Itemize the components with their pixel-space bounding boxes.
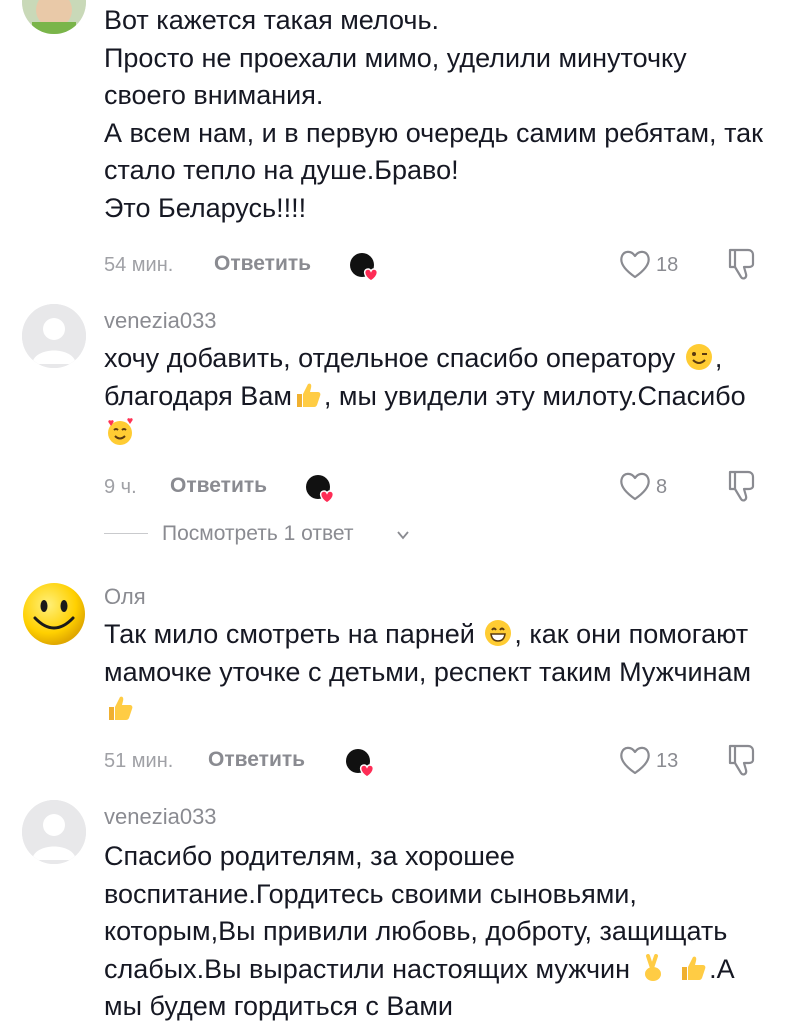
like-count: 8 bbox=[656, 476, 668, 498]
victory-hand-emoji-icon bbox=[644, 953, 661, 981]
smiley-avatar-icon bbox=[23, 583, 85, 645]
avatar[interactable] bbox=[22, 800, 86, 864]
comment-text-part bbox=[670, 954, 678, 984]
reply-button[interactable]: Ответить bbox=[170, 474, 267, 498]
reply-button[interactable]: Ответить bbox=[208, 748, 305, 772]
comment-time: 51 мин. bbox=[104, 750, 174, 772]
comment-text-part: Спасибо родителям, за хорошее воспитание… bbox=[104, 841, 728, 984]
view-replies-label: Посмотреть 1 ответ bbox=[162, 522, 354, 545]
like-count: 13 bbox=[656, 750, 679, 772]
thumbs-up-emoji-icon bbox=[682, 956, 706, 980]
comment-text: Вот кажется такая мелочь. Просто не прое… bbox=[104, 2, 774, 227]
smiling-face-with-hearts-emoji-icon bbox=[108, 418, 133, 445]
heart-outline-icon[interactable] bbox=[618, 470, 652, 502]
comment-line: Вот кажется такая мелочь. bbox=[104, 5, 440, 35]
creator-avatar-heart-icon bbox=[350, 253, 379, 282]
comment-meta: 54 мин. Ответить 18 bbox=[104, 248, 764, 282]
default-avatar-icon bbox=[22, 800, 86, 864]
creator-avatar-heart-icon bbox=[306, 475, 335, 504]
comment-time: 9 ч. bbox=[104, 476, 137, 498]
comment-text: Спасибо родителям, за хорошее воспитание… bbox=[104, 838, 744, 1026]
default-avatar-icon bbox=[22, 304, 86, 368]
comment-meta: 9 ч. Ответить 8 bbox=[104, 470, 764, 504]
avatar[interactable] bbox=[22, 582, 86, 646]
grinning-face-emoji-icon bbox=[485, 620, 512, 646]
thumb-down-icon[interactable] bbox=[724, 246, 758, 282]
comment-line: Просто не проехали мимо, уделили минуточ… bbox=[104, 42, 687, 111]
thumb-down-icon[interactable] bbox=[724, 742, 758, 778]
winking-face-emoji-icon bbox=[685, 344, 712, 370]
thumbs-up-emoji-icon bbox=[296, 383, 321, 407]
avatar[interactable] bbox=[22, 304, 86, 368]
reply-button[interactable]: Ответить bbox=[214, 252, 311, 276]
comment-username[interactable]: venezia033 bbox=[104, 804, 217, 830]
avatar-image-icon bbox=[22, 0, 86, 34]
view-replies-button[interactable]: Посмотреть 1 ответ bbox=[104, 520, 504, 550]
comment-text: хочу добавить, отдельное спасибо операто… bbox=[104, 340, 774, 453]
creator-avatar-heart-icon bbox=[346, 749, 375, 778]
like-count: 18 bbox=[656, 254, 679, 276]
comment-text-part: хочу добавить, отдельное спасибо операто… bbox=[104, 343, 683, 373]
chevron-down-icon bbox=[397, 531, 409, 540]
comment-text-part: Так мило смотреть на парней bbox=[104, 619, 483, 649]
comment-meta: 51 мин. Ответить 13 bbox=[104, 744, 764, 778]
comment-time: 54 мин. bbox=[104, 254, 174, 276]
comment-username[interactable]: venezia033 bbox=[104, 308, 217, 334]
comment-text-part: , мы увидели эту милоту.Спасибо bbox=[323, 380, 746, 411]
comment-line: А всем нам, и в первую очередь самим реб… bbox=[104, 117, 763, 186]
comment-username[interactable]: Оля bbox=[104, 584, 146, 610]
thumbs-up-emoji-icon bbox=[109, 696, 133, 720]
divider bbox=[104, 533, 148, 534]
comment-text: Так мило смотреть на парней , как они по… bbox=[104, 616, 774, 729]
comment-line: Это Беларусь!!!! bbox=[104, 192, 307, 223]
heart-outline-icon[interactable] bbox=[618, 248, 652, 280]
thumb-down-icon[interactable] bbox=[724, 468, 758, 504]
avatar[interactable] bbox=[22, 0, 86, 34]
heart-outline-icon[interactable] bbox=[618, 744, 652, 776]
